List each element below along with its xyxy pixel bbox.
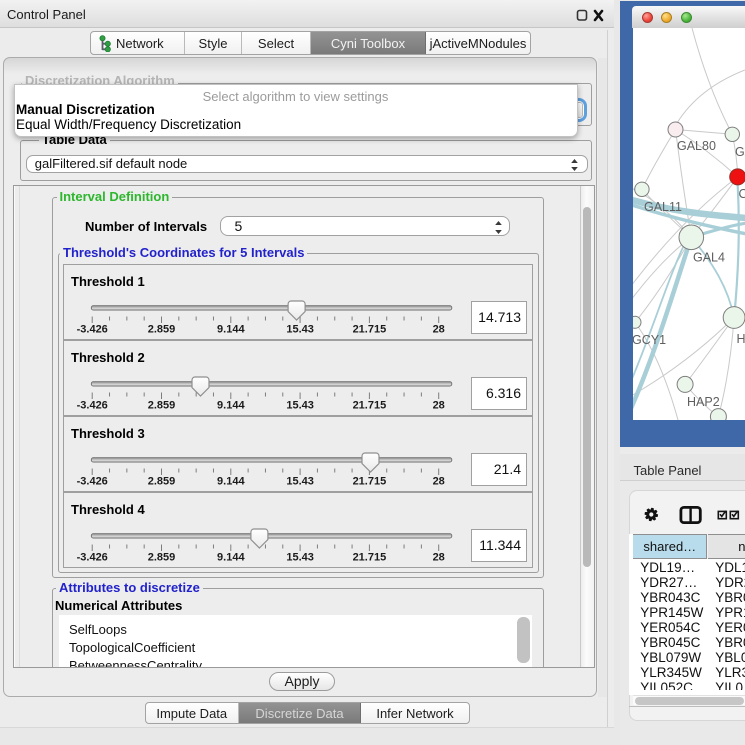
svg-text:GAL80: GAL80 [677,139,716,153]
svg-text:15.43: 15.43 [286,476,314,488]
svg-text:9.144: 9.144 [217,552,245,564]
svg-text:15.43: 15.43 [286,324,314,336]
svg-text:GCY1: GCY1 [633,333,666,347]
svg-text:GAL: GAL [735,145,745,159]
svg-text:28: 28 [433,476,445,488]
svg-text:28: 28 [433,400,445,412]
svg-text:21.715: 21.715 [353,400,387,412]
svg-text:28: 28 [433,324,445,336]
svg-text:HA: HA [736,332,745,346]
svg-text:-3.426: -3.426 [77,400,108,412]
svg-text:-3.426: -3.426 [77,324,108,336]
svg-text:GAL4: GAL4 [693,251,725,265]
svg-text:21.715: 21.715 [353,476,387,488]
svg-text:21.715: 21.715 [353,324,387,336]
svg-text:GAL11: GAL11 [644,200,682,214]
svg-text:CY: CY [738,187,745,201]
svg-text:2.859: 2.859 [148,400,176,412]
svg-text:9.144: 9.144 [217,400,245,412]
svg-text:15.43: 15.43 [286,400,314,412]
svg-text:15.43: 15.43 [286,552,314,564]
svg-text:HAP2: HAP2 [687,395,720,409]
svg-text:9.144: 9.144 [217,476,245,488]
svg-text:9.144: 9.144 [217,324,245,336]
svg-text:-3.426: -3.426 [77,552,108,564]
svg-text:21.715: 21.715 [353,552,387,564]
svg-text:2.859: 2.859 [148,324,176,336]
svg-text:2.859: 2.859 [148,476,176,488]
svg-text:28: 28 [433,552,445,564]
svg-text:2.859: 2.859 [148,552,176,564]
svg-text:-3.426: -3.426 [77,476,108,488]
